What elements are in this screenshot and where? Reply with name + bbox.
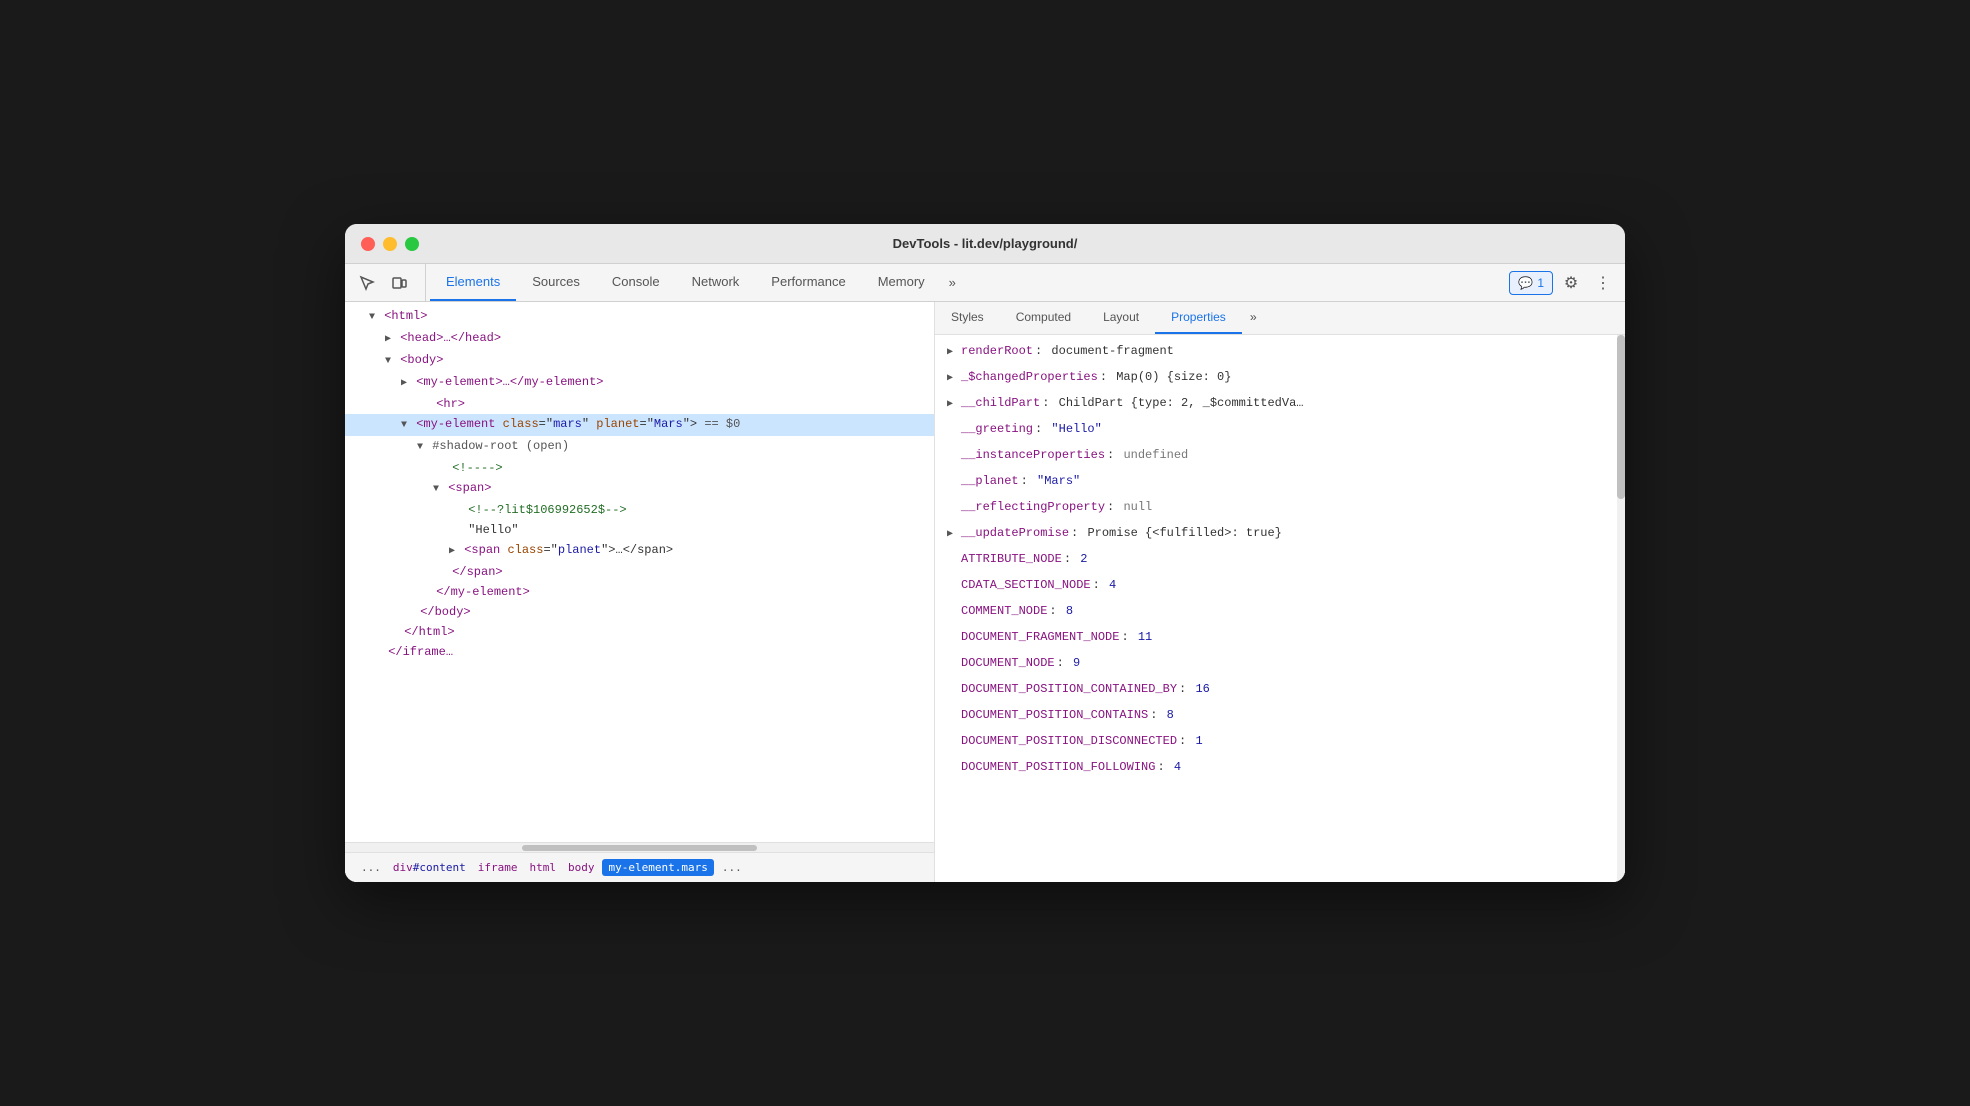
dom-span-planet-line[interactable]: ▶ <span class="planet">…</span> (345, 540, 934, 562)
dom-my-element-1-line[interactable]: ▶ <my-element>…</my-element> (345, 372, 934, 394)
prop-instanceProperties[interactable]: ▶ __instanceProperties : undefined (935, 443, 1617, 469)
dom-shadow-root-line[interactable]: ▼ #shadow-root (open) (345, 436, 934, 458)
prop-greeting[interactable]: ▶ __greeting : "Hello" (935, 417, 1617, 443)
dom-html-line[interactable]: ▼ <html> (345, 306, 934, 328)
tab-properties[interactable]: Properties (1155, 302, 1242, 334)
props-panel: Styles Computed Layout Properties » (935, 302, 1625, 882)
dom-tree[interactable]: ▼ <html> ▶ <head>…</head> ▼ <body> ▶ <my… (345, 302, 934, 842)
props-scrollbar-thumb (1617, 335, 1625, 499)
props-content[interactable]: ▶ renderRoot : document-fragment ▶ _$cha… (935, 335, 1617, 882)
more-options-button[interactable]: ⋮ (1589, 269, 1617, 297)
collapse-triangle: ▼ (401, 420, 407, 431)
dom-hello-text-line[interactable]: "Hello" (345, 520, 934, 540)
console-messages-button[interactable]: 💬 1 (1509, 271, 1553, 295)
props-scrollbar[interactable] (1617, 335, 1625, 882)
breadcrumb-my-element-active[interactable]: my-element.mars (602, 859, 713, 876)
more-props-tabs-button[interactable]: » (1242, 302, 1265, 334)
device-toggle-icon[interactable] (385, 269, 413, 297)
prop-updatePromise[interactable]: ▶ __updatePromise : Promise {<fulfilled>… (935, 521, 1617, 547)
tab-bar: Elements Sources Console Network Perform… (430, 264, 1509, 301)
tab-layout[interactable]: Layout (1087, 302, 1155, 334)
expand-triangle: ▶ (449, 546, 455, 557)
prop-childPart[interactable]: ▶ __childPart : ChildPart {type: 2, _$co… (935, 391, 1617, 417)
dom-scrollbar-thumb (522, 845, 758, 851)
collapse-triangle: ▼ (433, 484, 439, 495)
breadcrumb-ellipsis-start[interactable]: ... (357, 859, 385, 876)
expand-icon[interactable]: ▶ (947, 343, 957, 363)
dom-lit-comment-line[interactable]: <!--?lit$106992652$--> (345, 500, 934, 520)
expand-triangle: ▶ (385, 334, 391, 345)
prop-CDATA_SECTION_NODE[interactable]: ▶ CDATA_SECTION_NODE : 4 (935, 573, 1617, 599)
tab-performance[interactable]: Performance (755, 264, 861, 301)
toolbar-icons (353, 264, 426, 301)
breadcrumb-ellipsis-end[interactable]: ... (718, 859, 746, 876)
devtools-window: DevTools - lit.dev/playground/ Elements … (345, 224, 1625, 882)
tab-memory[interactable]: Memory (862, 264, 941, 301)
collapse-triangle: ▼ (385, 356, 391, 367)
tab-sources[interactable]: Sources (516, 264, 596, 301)
collapse-triangle: ▼ (369, 312, 375, 323)
more-tabs-button[interactable]: » (941, 264, 964, 301)
prop-DOCUMENT_POSITION_FOLLOWING[interactable]: ▶ DOCUMENT_POSITION_FOLLOWING : 4 (935, 755, 1617, 781)
tab-styles[interactable]: Styles (935, 302, 1000, 334)
expand-icon[interactable]: ▶ (947, 369, 957, 389)
prop-ATTRIBUTE_NODE[interactable]: ▶ ATTRIBUTE_NODE : 2 (935, 547, 1617, 573)
dom-close-my-element-inner-line[interactable]: </my-element> (345, 582, 934, 602)
breadcrumb-body[interactable]: body (564, 859, 599, 876)
dom-close-span-line[interactable]: </span> (345, 562, 934, 582)
main-content: ▼ <html> ▶ <head>…</head> ▼ <body> ▶ <my… (345, 302, 1625, 882)
chat-icon: 💬 (1518, 276, 1533, 290)
badge-count: 1 (1537, 276, 1544, 290)
title-bar: DevTools - lit.dev/playground/ (345, 224, 1625, 264)
prop-reflectingProperty[interactable]: ▶ __reflectingProperty : null (935, 495, 1617, 521)
dom-comment-1-line[interactable]: <!----> (345, 458, 934, 478)
tab-console[interactable]: Console (596, 264, 676, 301)
dom-hr-line[interactable]: <hr> (345, 394, 934, 414)
prop-renderRoot[interactable]: ▶ renderRoot : document-fragment (935, 339, 1617, 365)
tab-computed[interactable]: Computed (1000, 302, 1087, 334)
prop-planet[interactable]: ▶ __planet : "Mars" (935, 469, 1617, 495)
dom-span-line[interactable]: ▼ <span> (345, 478, 934, 500)
close-button[interactable] (361, 237, 375, 251)
dom-iframe-line[interactable]: </iframe… (345, 642, 934, 662)
breadcrumb-html[interactable]: html (525, 859, 560, 876)
dom-head-line[interactable]: ▶ <head>…</head> (345, 328, 934, 350)
dom-my-element-selected-line[interactable]: ▼ <my-element class="mars" planet="Mars"… (345, 414, 934, 436)
prop-DOCUMENT_NODE[interactable]: ▶ DOCUMENT_NODE : 9 (935, 651, 1617, 677)
dom-scrollbar[interactable] (345, 842, 934, 852)
toolbar-right: 💬 1 ⚙ ⋮ (1509, 264, 1617, 301)
maximize-button[interactable] (405, 237, 419, 251)
inspect-element-icon[interactable] (353, 269, 381, 297)
prop-DOCUMENT_POSITION_DISCONNECTED[interactable]: ▶ DOCUMENT_POSITION_DISCONNECTED : 1 (935, 729, 1617, 755)
prop-DOCUMENT_POSITION_CONTAINS[interactable]: ▶ DOCUMENT_POSITION_CONTAINS : 8 (935, 703, 1617, 729)
expand-triangle: ▶ (401, 378, 407, 389)
minimize-button[interactable] (383, 237, 397, 251)
dom-panel: ▼ <html> ▶ <head>…</head> ▼ <body> ▶ <my… (345, 302, 935, 882)
breadcrumb-div-content[interactable]: div#content (389, 859, 470, 876)
collapse-triangle: ▼ (417, 442, 423, 453)
dom-close-html-line[interactable]: </html> (345, 622, 934, 642)
expand-icon[interactable]: ▶ (947, 395, 957, 415)
props-wrapper: ▶ renderRoot : document-fragment ▶ _$cha… (935, 335, 1625, 882)
traffic-lights (361, 237, 419, 251)
expand-icon[interactable]: ▶ (947, 525, 957, 545)
breadcrumb: ... div#content iframe html body my-elem… (345, 852, 934, 882)
prop-changedProperties[interactable]: ▶ _$changedProperties : Map(0) {size: 0} (935, 365, 1617, 391)
main-toolbar: Elements Sources Console Network Perform… (345, 264, 1625, 302)
tab-elements[interactable]: Elements (430, 264, 516, 301)
dom-close-body-line[interactable]: </body> (345, 602, 934, 622)
breadcrumb-iframe[interactable]: iframe (474, 859, 522, 876)
dom-body-line[interactable]: ▼ <body> (345, 350, 934, 372)
prop-DOCUMENT_POSITION_CONTAINED_BY[interactable]: ▶ DOCUMENT_POSITION_CONTAINED_BY : 16 (935, 677, 1617, 703)
window-title: DevTools - lit.dev/playground/ (893, 236, 1078, 251)
prop-DOCUMENT_FRAGMENT_NODE[interactable]: ▶ DOCUMENT_FRAGMENT_NODE : 11 (935, 625, 1617, 651)
props-tabs: Styles Computed Layout Properties » (935, 302, 1625, 335)
tab-network[interactable]: Network (676, 264, 756, 301)
settings-button[interactable]: ⚙ (1557, 269, 1585, 297)
prop-COMMENT_NODE[interactable]: ▶ COMMENT_NODE : 8 (935, 599, 1617, 625)
